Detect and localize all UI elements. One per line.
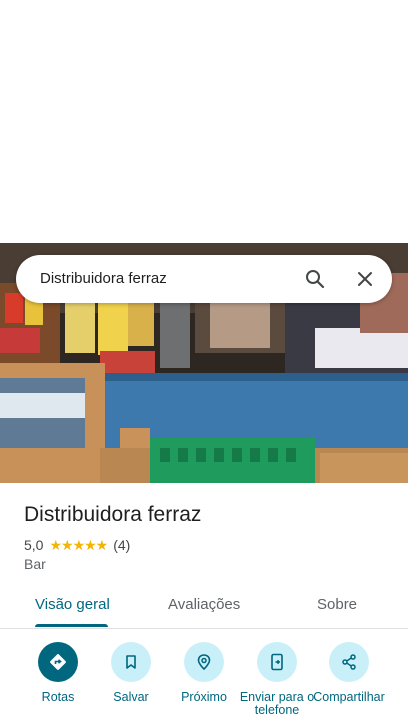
save-label: Salvar [113, 690, 149, 704]
star-rating-icon: ★★★★★ [49, 536, 108, 553]
place-title: Distribuidora ferraz [24, 503, 202, 526]
share-button[interactable]: Compartilhar [309, 642, 389, 704]
nearby-icon[interactable] [184, 642, 224, 682]
bookmark-icon[interactable] [111, 642, 151, 682]
search-bar[interactable]: Distribuidora ferraz [16, 255, 392, 303]
send-to-phone-button[interactable]: Enviar para o telefone [237, 642, 317, 717]
tab-about[interactable]: Sobre [317, 596, 357, 613]
directions-label: Rotas [41, 690, 75, 704]
nearby-label: Próximo [181, 690, 227, 704]
share-icon[interactable] [329, 642, 369, 682]
tab-bar: Visão geral Avaliações Sobre [0, 586, 408, 629]
send-to-phone-icon[interactable] [257, 642, 297, 682]
tab-overview[interactable]: Visão geral [35, 596, 110, 613]
place-category: Bar [24, 556, 46, 572]
directions-button[interactable]: Rotas [18, 642, 98, 704]
tab-reviews[interactable]: Avaliações [168, 596, 240, 613]
directions-icon[interactable] [38, 642, 78, 682]
review-count[interactable]: (4) [113, 537, 130, 553]
save-button[interactable]: Salvar [91, 642, 171, 704]
rating-row[interactable]: 5,0 ★★★★★ (4) [24, 536, 130, 554]
send-to-phone-label: Enviar para o telefone [239, 690, 315, 717]
action-buttons: Rotas Salvar Próximo Enviar para o telef… [0, 640, 408, 726]
nearby-button[interactable]: Próximo [164, 642, 244, 704]
rating-value: 5,0 [24, 537, 44, 553]
close-icon[interactable] [353, 267, 377, 291]
search-icon[interactable] [303, 267, 327, 291]
search-query[interactable]: Distribuidora ferraz [40, 270, 167, 287]
active-tab-indicator [35, 624, 108, 627]
share-label: Compartilhar [313, 690, 385, 704]
